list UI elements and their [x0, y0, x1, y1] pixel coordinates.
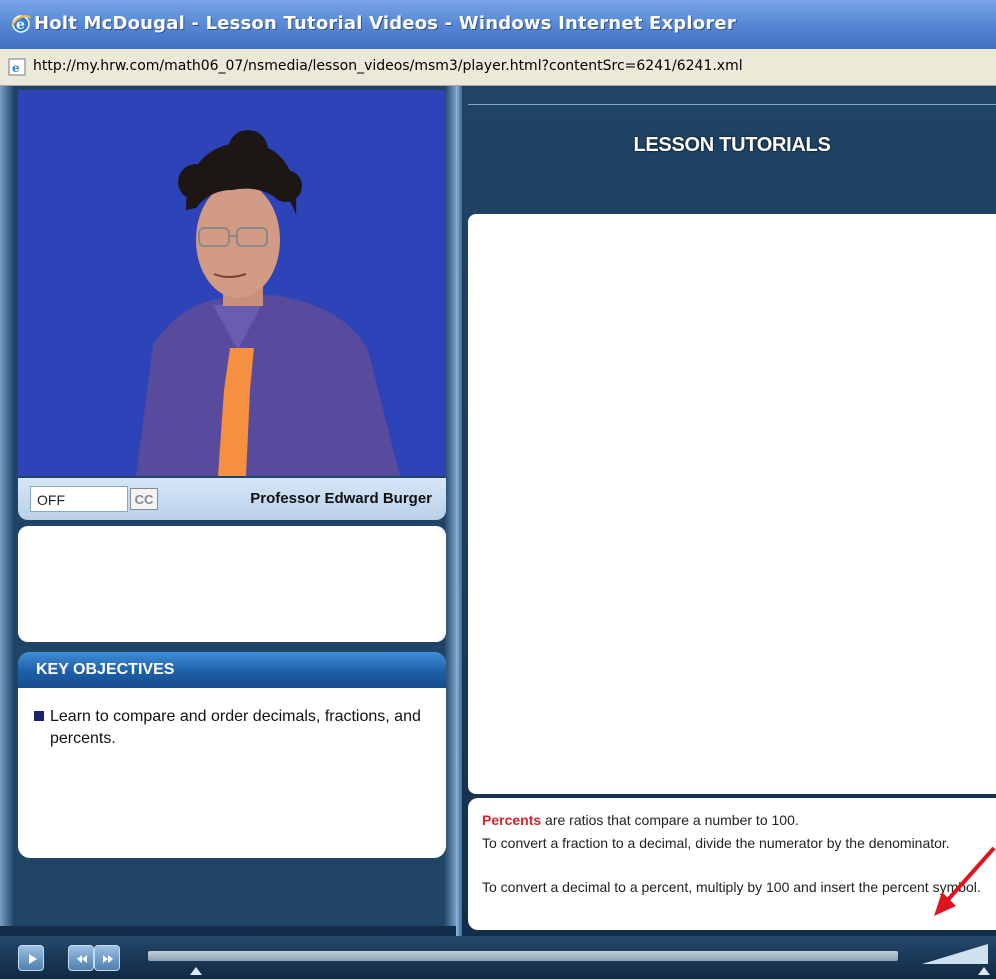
- key-objectives-header: KEY OBJECTIVES: [18, 652, 446, 688]
- notes-term: Percents: [482, 812, 542, 828]
- lesson-tutorials-title: LESSON TUTORIALS: [633, 134, 831, 156]
- closed-caption-button[interactable]: CC: [130, 488, 158, 510]
- presenter-video-frame: [18, 90, 446, 476]
- svg-text:e: e: [12, 61, 20, 75]
- internet-explorer-icon: e: [11, 15, 31, 33]
- notes-line-2: To convert a fraction to a decimal, divi…: [482, 835, 950, 851]
- presenter-name: Professor Edward Burger: [250, 490, 432, 507]
- forward-button[interactable]: [94, 945, 120, 971]
- closed-caption-status[interactable]: OFF: [30, 486, 128, 512]
- bullet-icon: [34, 711, 44, 721]
- play-button[interactable]: [18, 945, 44, 971]
- address-bar[interactable]: e http://my.hrw.com/math06_07/nsmedia/le…: [0, 49, 996, 86]
- volume-handle[interactable]: [978, 967, 990, 975]
- seek-bar[interactable]: [148, 951, 898, 961]
- notes-term-definition: are ratios that compare a number to 100.: [541, 812, 799, 828]
- notes-line-3: To convert a decimal to a percent, multi…: [482, 879, 981, 895]
- lesson-notes: Percents are ratios that compare a numbe…: [468, 798, 996, 930]
- volume-slider[interactable]: [922, 944, 988, 964]
- objective-item: Learn to compare and order decimals, fra…: [50, 708, 421, 747]
- fast-forward-icon: [103, 955, 113, 963]
- lesson-player: OFF CC Professor Edward Burger KEY OBJEC…: [0, 86, 996, 979]
- ie-page-icon: e: [8, 58, 26, 76]
- player-controls: [0, 936, 996, 979]
- whiteboard-area: [468, 214, 996, 794]
- rewind-button[interactable]: [68, 945, 94, 971]
- caption-text-panel: [18, 526, 446, 642]
- caption-bar: OFF CC Professor Edward Burger: [18, 478, 446, 520]
- seek-handle[interactable]: [190, 967, 202, 975]
- address-url[interactable]: http://my.hrw.com/math06_07/nsmedia/less…: [33, 58, 743, 74]
- red-arrow-icon: [934, 846, 996, 916]
- column-divider: [456, 86, 462, 936]
- notes-line-1: Percents are ratios that compare a numbe…: [482, 810, 987, 831]
- key-objectives-panel: KEY OBJECTIVES Learn to compare and orde…: [18, 652, 446, 858]
- window-title-bar[interactable]: e Holt McDougal - Lesson Tutorial Videos…: [0, 0, 996, 49]
- key-objectives-title: KEY OBJECTIVES: [36, 661, 175, 678]
- play-icon: [29, 954, 37, 964]
- rewind-icon: [77, 955, 87, 963]
- header-rule: [468, 104, 996, 105]
- window-title: Holt McDougal - Lesson Tutorial Videos -…: [34, 13, 736, 34]
- video-display[interactable]: [18, 90, 446, 476]
